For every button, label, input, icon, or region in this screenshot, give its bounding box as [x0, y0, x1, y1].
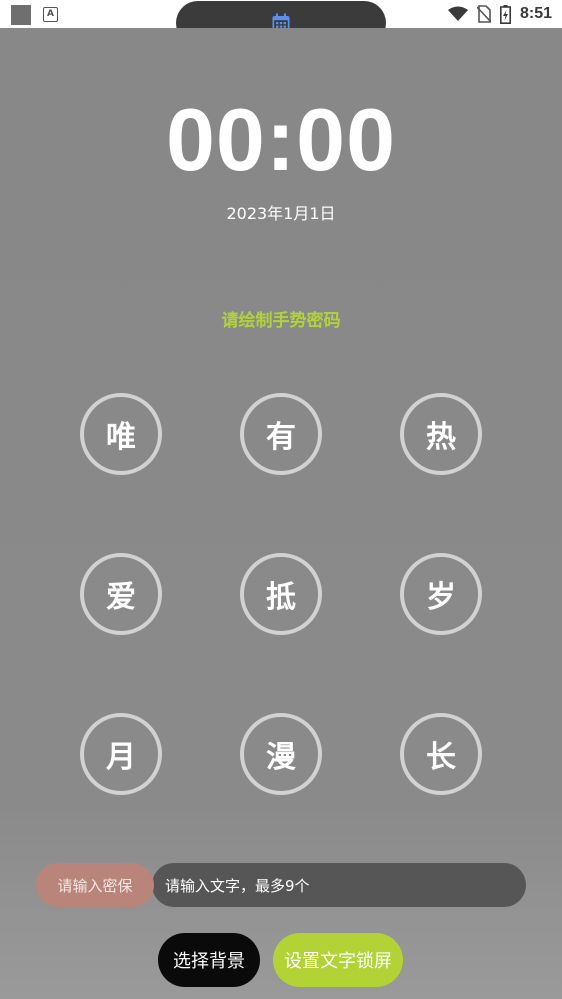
choose-background-button[interactable]: 选择背景	[158, 933, 260, 987]
gesture-dot-3[interactable]: 热	[400, 393, 482, 475]
gesture-dot-6[interactable]: 岁	[400, 553, 482, 635]
wifi-icon	[447, 6, 468, 21]
security-answer-input[interactable]: 请输入密保	[36, 863, 154, 907]
no-sim-icon	[476, 5, 491, 23]
app-square-icon	[11, 5, 31, 25]
date-display: 2023年1月1日	[226, 204, 336, 223]
a-letter-icon: A	[43, 7, 58, 22]
gesture-hint: 请绘制手势密码	[221, 311, 341, 331]
set-text-lock-button[interactable]: 设置文字锁屏	[273, 933, 403, 987]
gesture-dot-1[interactable]: 唯	[80, 393, 162, 475]
status-time: 8:51	[519, 5, 552, 22]
gesture-dot-9[interactable]: 长	[400, 713, 482, 795]
status-bar-right: 8:51	[447, 3, 552, 25]
lock-text-input[interactable]: 请输入文字，最多9个	[152, 863, 526, 907]
gesture-dot-7[interactable]: 月	[80, 713, 162, 795]
gesture-dot-5[interactable]: 抵	[240, 553, 322, 635]
gesture-dot-2[interactable]: 有	[240, 393, 322, 475]
gesture-dot-8[interactable]: 漫	[240, 713, 322, 795]
clock-display: 00:00	[165, 90, 397, 189]
gesture-dot-4[interactable]: 爱	[80, 553, 162, 635]
battery-charging-icon	[499, 4, 511, 24]
